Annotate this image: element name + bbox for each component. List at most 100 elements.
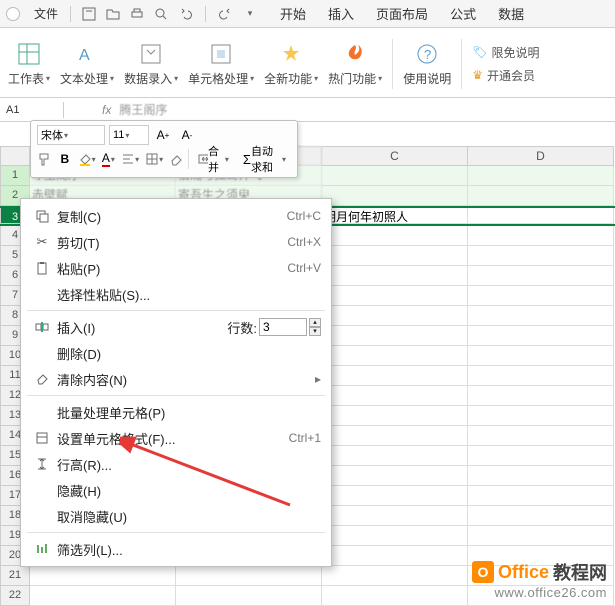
open-icon[interactable] [105, 6, 121, 22]
bold-button[interactable]: B [57, 149, 73, 169]
crown-icon: ♛ [472, 68, 483, 82]
clear-icon [31, 372, 53, 386]
dropdown-icon[interactable]: ▾ [242, 6, 258, 22]
ribbon-worksheet[interactable]: 工作表▾ [8, 40, 50, 87]
cell-icon [207, 40, 235, 68]
menu-clear[interactable]: 清除内容(N)▸ [21, 366, 331, 392]
worksheet-icon [15, 40, 43, 68]
filter-icon [31, 542, 53, 556]
cell[interactable] [322, 226, 468, 246]
brand-text: Office [498, 562, 549, 583]
menu-format-cells[interactable]: 设置单元格格式(F)...Ctrl+1 [21, 425, 331, 451]
watermark-url: www.office26.com [472, 585, 607, 600]
open-vip[interactable]: ♛开通会员 [472, 67, 539, 84]
ribbon-label: 使用说明 [403, 70, 451, 87]
formula-text[interactable]: 腾王阁序 [119, 101, 167, 118]
menu-row-height[interactable]: 行高(R)... [21, 451, 331, 477]
tab-formula[interactable]: 公式 [448, 0, 478, 27]
menu-copy[interactable]: 复制(C)Ctrl+C [21, 203, 331, 229]
row-header[interactable]: 1 [0, 166, 30, 186]
select-all[interactable] [0, 146, 30, 166]
help-icon: ? [413, 40, 441, 68]
insert-icon [31, 320, 53, 334]
fontsize-select[interactable]: 11▾ [109, 125, 149, 145]
menu-batch-cells[interactable]: 批量处理单元格(P) [21, 399, 331, 425]
tab-data[interactable]: 数据 [496, 0, 526, 27]
cell[interactable] [322, 246, 468, 266]
tab-insert[interactable]: 插入 [326, 0, 356, 27]
ribbon-text[interactable]: A 文本处理▾ [60, 40, 114, 87]
cell[interactable] [468, 186, 614, 206]
decrease-font-icon[interactable]: A- [177, 125, 197, 145]
copy-icon [31, 209, 53, 223]
col-header[interactable]: C [322, 146, 468, 166]
tag-icon: 🏷 [472, 45, 487, 59]
menu-paste-special[interactable]: 选择性粘贴(S)... [21, 281, 331, 307]
ribbon-label: 数据录入 [124, 70, 172, 87]
merge-button[interactable]: 合并▾ [193, 149, 234, 169]
cell[interactable] [468, 246, 614, 266]
separator [205, 6, 206, 22]
ribbon-cell[interactable]: 单元格处理▾ [188, 40, 254, 87]
redo-icon[interactable] [218, 6, 234, 22]
font-select[interactable]: 宋体▾ [37, 125, 105, 145]
font-color-icon[interactable]: A▾ [101, 149, 117, 169]
tab-home[interactable]: 开始 [278, 0, 308, 27]
undo-icon[interactable] [177, 6, 193, 22]
context-menu: 复制(C)Ctrl+C ✂剪切(T)Ctrl+X 粘贴(P)Ctrl+V 选择性… [20, 198, 332, 567]
menu-paste[interactable]: 粘贴(P)Ctrl+V [21, 255, 331, 281]
menu-insert[interactable]: 插入(I)行数:▴▾ [21, 314, 331, 340]
autosum-button[interactable]: Σ 自动求和▾ [238, 149, 291, 169]
tab-layout[interactable]: 页面布局 [374, 0, 430, 27]
cell[interactable] [322, 186, 468, 206]
menu-delete[interactable]: 删除(D) [21, 340, 331, 366]
cell[interactable] [468, 208, 614, 224]
menu-separator [27, 310, 325, 311]
eraser-icon[interactable] [168, 149, 184, 169]
increase-font-icon[interactable]: A+ [153, 125, 173, 145]
cut-icon: ✂ [31, 234, 53, 250]
ribbon: 工作表▾ A 文本处理▾ 数据录入▾ 单元格处理▾ 全新功能▾ 热门功能▾ ? … [0, 28, 615, 98]
vip-info[interactable]: 🏷限免说明 [472, 44, 539, 61]
quick-access-toolbar: ▾ [75, 6, 258, 22]
row-header[interactable]: 22 [0, 586, 30, 606]
rows-input[interactable] [259, 318, 307, 336]
ribbon-data-entry[interactable]: 数据录入▾ [124, 40, 178, 87]
fx-icon[interactable]: fx [94, 103, 119, 117]
border-icon[interactable]: ▾ [144, 149, 164, 169]
new-sheet-icon[interactable] [81, 6, 97, 22]
preview-icon[interactable] [153, 6, 169, 22]
ribbon-hot[interactable]: 热门功能▾ [328, 40, 382, 87]
row-header[interactable]: 21 [0, 566, 30, 586]
align-icon[interactable]: ▾ [120, 149, 140, 169]
ribbon-tabs: 开始 插入 页面布局 公式 数据 [278, 0, 526, 27]
menu-filter-column[interactable]: 筛选列(L)... [21, 536, 331, 562]
brand-suffix: 教程网 [553, 559, 607, 585]
ribbon-help[interactable]: ? 使用说明 [403, 40, 451, 87]
logo-icon: O [472, 561, 494, 583]
print-icon[interactable] [129, 6, 145, 22]
format-painter-icon[interactable] [37, 149, 53, 169]
name-box[interactable]: A1 [0, 102, 64, 118]
title-bar: 文件 ▾ 开始 插入 页面布局 公式 数据 [0, 0, 615, 28]
file-menu[interactable]: 文件 [26, 5, 66, 22]
menu-hide[interactable]: 隐藏(H) [21, 477, 331, 503]
fill-color-icon[interactable]: ▾ [77, 149, 97, 169]
menu-unhide[interactable]: 取消隐藏(U) [21, 503, 331, 529]
ribbon-label: 全新功能 [264, 70, 312, 87]
col-header[interactable]: D [468, 146, 614, 166]
ribbon-new-features[interactable]: 全新功能▾ [264, 40, 318, 87]
spinner[interactable]: ▴▾ [309, 318, 321, 336]
svg-text:?: ? [424, 47, 431, 62]
menu-separator [27, 395, 325, 396]
cell[interactable] [322, 166, 468, 186]
paste-icon [31, 261, 53, 275]
formula-bar: A1 fx 腾王阁序 [0, 98, 615, 122]
menu-cut[interactable]: ✂剪切(T)Ctrl+X [21, 229, 331, 255]
cell[interactable] [468, 226, 614, 246]
chevron-down-icon: ▾ [46, 74, 50, 83]
ribbon-right: 🏷限免说明 ♛开通会员 [472, 44, 539, 84]
mini-toolbar: 宋体▾ 11▾ A+ A- B ▾ A▾ ▾ ▾ 合并▾ Σ 自动求和▾ [30, 120, 298, 178]
cell[interactable]: 明月何年初照人 [322, 208, 468, 224]
cell[interactable] [468, 166, 614, 186]
